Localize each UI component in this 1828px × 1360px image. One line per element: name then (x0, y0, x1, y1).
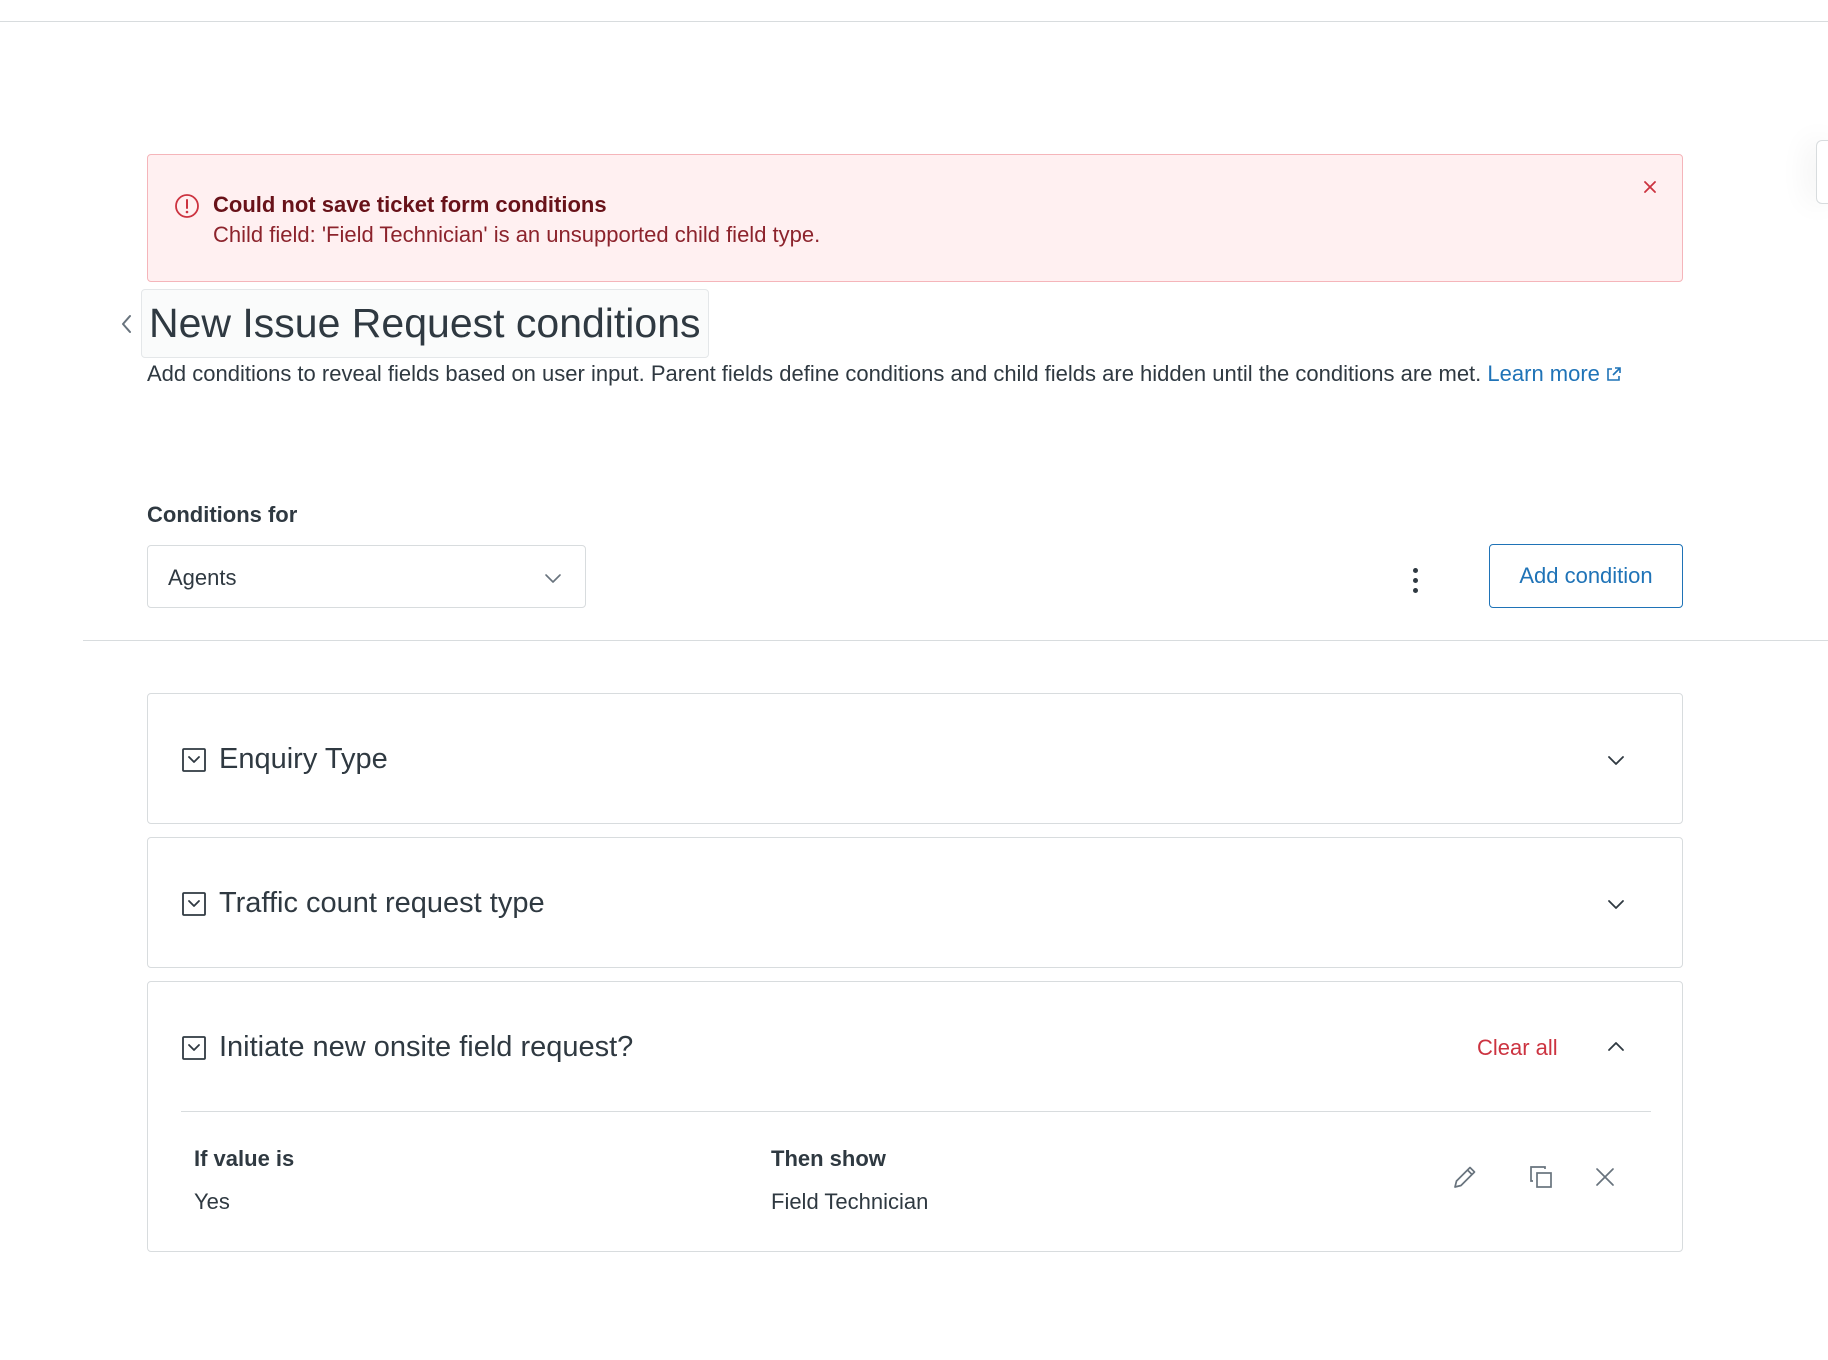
if-value-header: If value is (194, 1146, 295, 1171)
panel-header[interactable]: Initiate new onsite field request? Clear… (148, 982, 1682, 1112)
condition-panel-onsite-request: Initiate new onsite field request? Clear… (147, 981, 1683, 1252)
then-show-header: Then show (771, 1146, 886, 1171)
panel-header[interactable]: Enquiry Type (148, 694, 1682, 824)
side-panel-tab[interactable] (1816, 140, 1828, 204)
more-options-button[interactable] (1400, 562, 1430, 598)
add-condition-button[interactable]: Add condition (1489, 544, 1683, 608)
condition-panel-traffic-count: Traffic count request type (147, 837, 1683, 968)
section-divider (83, 640, 1828, 641)
dropdown-field-icon (182, 892, 206, 916)
dropdown-field-icon (182, 748, 206, 772)
learn-more-label: Learn more (1487, 361, 1600, 386)
learn-more-link[interactable]: Learn more (1487, 361, 1622, 386)
description-text: Add conditions to reveal fields based on… (147, 361, 1482, 386)
kebab-dot (1412, 587, 1418, 593)
error-alert: Could not save ticket form conditions Ch… (147, 154, 1683, 282)
select-value: Agents (168, 565, 237, 590)
panel-title: Traffic count request type (219, 887, 545, 919)
panel-title: Initiate new onsite field request? (219, 1031, 634, 1063)
then-show-cell: Field Technician (771, 1189, 929, 1214)
chevron-down-icon[interactable] (1606, 894, 1626, 914)
page-title[interactable]: New Issue Request conditions (141, 289, 709, 358)
alert-message: Child field: 'Field Technician' is an un… (213, 222, 821, 247)
if-value-cell: Yes (194, 1189, 230, 1214)
dropdown-field-icon (182, 1036, 206, 1060)
chevron-left-icon[interactable] (118, 310, 136, 338)
kebab-dot (1412, 577, 1418, 583)
close-icon (1644, 181, 1656, 193)
external-link-icon (1607, 367, 1621, 381)
copy-icon (1530, 1166, 1552, 1188)
condition-panel-enquiry-type: Enquiry Type (147, 693, 1683, 824)
alert-close-button[interactable] (1638, 175, 1662, 199)
edit-condition-button[interactable] (1449, 1161, 1481, 1193)
panel-header[interactable]: Traffic count request type (148, 838, 1682, 968)
top-divider (0, 21, 1828, 22)
panel-divider (181, 1111, 1651, 1112)
copy-condition-button[interactable] (1525, 1161, 1557, 1193)
page-description: Add conditions to reveal fields based on… (147, 359, 1707, 388)
chevron-down-icon[interactable] (1606, 750, 1626, 770)
kebab-dot (1412, 567, 1418, 573)
panel-title: Enquiry Type (219, 743, 388, 775)
close-icon (1596, 1168, 1614, 1186)
conditions-for-select[interactable]: Agents (147, 545, 586, 608)
delete-condition-button[interactable] (1589, 1161, 1621, 1193)
conditions-for-label: Conditions for (147, 502, 298, 527)
alert-circle-icon (175, 194, 199, 218)
chevron-down-icon (545, 574, 561, 583)
clear-all-link[interactable]: Clear all (1477, 1035, 1558, 1061)
chevron-up-icon[interactable] (1606, 1037, 1626, 1057)
alert-title: Could not save ticket form conditions (213, 192, 607, 217)
pencil-icon (1454, 1166, 1476, 1188)
